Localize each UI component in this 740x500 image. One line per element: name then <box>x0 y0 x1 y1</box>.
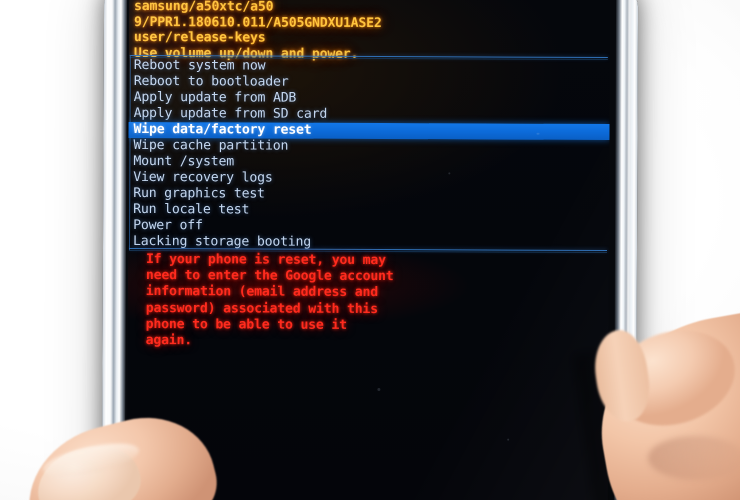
recovery-header: Android Recovery samsung/a50xtc/a50 9/PP… <box>129 0 610 63</box>
phone-right-edge <box>613 0 639 500</box>
warning-line: again. <box>145 333 193 349</box>
warning-line: password) associated with this <box>145 300 378 317</box>
warning-line: information (email address and <box>145 284 379 301</box>
factory-reset-warning: If your phone is reset, you may need to e… <box>128 252 609 351</box>
recovery-menu: Reboot system now Reboot to bootloader App… <box>128 58 610 252</box>
warning-line: phone to be able to use it <box>145 316 347 333</box>
screenshot-stage: Android Recovery samsung/a50xtc/a50 9/PP… <box>0 0 740 500</box>
header-line-device: samsung/a50xtc/a50 <box>134 0 274 15</box>
android-recovery-screen: Android Recovery samsung/a50xtc/a50 9/PP… <box>126 0 611 500</box>
screen-speck <box>536 132 540 135</box>
phone-left-edge <box>101 0 128 500</box>
header-line-keys: user/release-keys <box>133 30 266 46</box>
phone-device: Android Recovery samsung/a50xtc/a50 9/PP… <box>101 0 639 500</box>
screen-speck <box>448 172 451 175</box>
screen-speck <box>377 388 381 392</box>
screen-speck <box>507 438 510 441</box>
